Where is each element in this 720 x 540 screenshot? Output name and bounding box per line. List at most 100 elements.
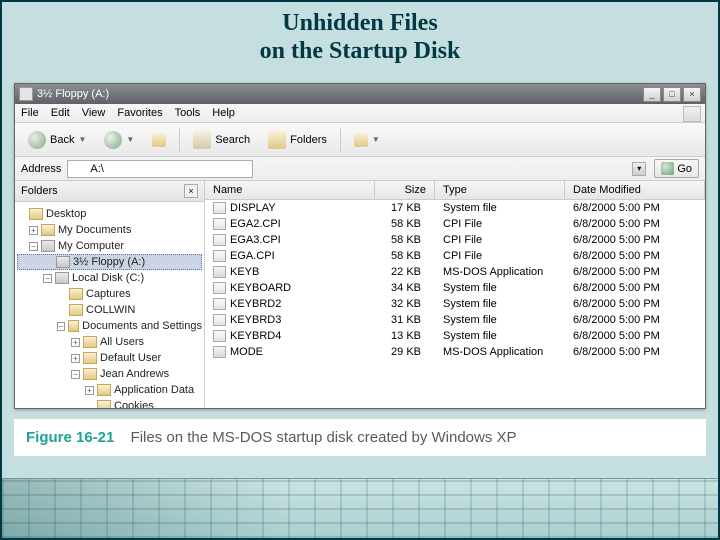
collapse-icon[interactable]: −: [57, 322, 65, 331]
file-size: 58 KB: [375, 234, 435, 246]
file-name: KEYBRD2: [230, 298, 281, 310]
file-row[interactable]: EGA.CPI58 KBCPI File6/8/2000 5:00 PM: [205, 248, 705, 264]
address-bar: Address ▾ Go: [15, 157, 705, 181]
folders-close-button[interactable]: ×: [184, 184, 198, 198]
file-row[interactable]: KEYBRD331 KBSystem file6/8/2000 5:00 PM: [205, 312, 705, 328]
file-row[interactable]: DISPLAY17 KBSystem file6/8/2000 5:00 PM: [205, 200, 705, 216]
col-size[interactable]: Size: [375, 181, 435, 199]
file-type: CPI File: [435, 250, 565, 262]
forward-dropdown-icon[interactable]: ▼: [126, 135, 134, 144]
titlebar[interactable]: 3½ Floppy (A:) _ □ ×: [15, 84, 705, 104]
views-dropdown-icon[interactable]: ▼: [372, 135, 380, 144]
back-dropdown-icon[interactable]: ▼: [78, 135, 86, 144]
back-label: Back: [50, 134, 74, 146]
collapse-icon[interactable]: −: [43, 274, 52, 283]
figure-text: Files on the MS-DOS startup disk created…: [131, 429, 517, 446]
address-dropdown-icon[interactable]: ▾: [632, 162, 646, 176]
file-type: System file: [435, 202, 565, 214]
hdd-icon: [55, 272, 69, 284]
col-type[interactable]: Type: [435, 181, 565, 199]
file-name: EGA3.CPI: [230, 234, 281, 246]
file-name: KEYBOARD: [230, 282, 291, 294]
tree-docset-label: Documents and Settings: [82, 320, 202, 332]
file-icon: [213, 202, 226, 214]
tree-allusers[interactable]: +All Users: [17, 334, 202, 350]
toolbar-separator: [179, 128, 180, 152]
menu-edit[interactable]: Edit: [51, 107, 70, 119]
folder-tree[interactable]: Desktop +My Documents −My Computer 3½ Fl…: [15, 202, 204, 408]
up-button[interactable]: [145, 129, 173, 151]
tree-mydocuments[interactable]: +My Documents: [17, 222, 202, 238]
tree-floppy-selected[interactable]: 3½ Floppy (A:): [17, 254, 202, 270]
file-name: EGA.CPI: [230, 250, 275, 262]
tree-jean-label: Jean Andrews: [100, 368, 169, 380]
expand-icon[interactable]: +: [71, 338, 80, 347]
col-name[interactable]: Name: [205, 181, 375, 199]
tree-docsettings[interactable]: − Documents and Settings: [17, 318, 202, 334]
file-row[interactable]: MODE29 KBMS-DOS Application6/8/2000 5:00…: [205, 344, 705, 360]
tree-mycomputer[interactable]: −My Computer: [17, 238, 202, 254]
folder-icon: [69, 304, 83, 316]
file-icon: [213, 282, 226, 294]
file-size: 22 KB: [375, 266, 435, 278]
tree-captures[interactable]: Captures: [17, 286, 202, 302]
tree-desktop[interactable]: Desktop: [17, 206, 202, 222]
file-size: 31 KB: [375, 314, 435, 326]
file-icon: [213, 250, 226, 262]
file-row[interactable]: KEYB22 KBMS-DOS Application6/8/2000 5:00…: [205, 264, 705, 280]
file-size: 32 KB: [375, 298, 435, 310]
file-row[interactable]: EGA3.CPI58 KBCPI File6/8/2000 5:00 PM: [205, 232, 705, 248]
folders-panel: Folders × Desktop +My Documents −My Comp…: [15, 181, 205, 408]
file-list[interactable]: DISPLAY17 KBSystem file6/8/2000 5:00 PME…: [205, 200, 705, 408]
menu-bar: File Edit View Favorites Tools Help: [15, 104, 705, 123]
tree-defaultuser[interactable]: +Default User: [17, 350, 202, 366]
slide-title: Unhidden Files on the Startup Disk: [2, 2, 718, 83]
file-list-header: Name Size Type Date Modified: [205, 181, 705, 200]
file-icon: [213, 330, 226, 342]
expand-icon[interactable]: +: [29, 226, 38, 235]
folder-icon: [69, 288, 83, 300]
folders-button[interactable]: Folders: [261, 127, 334, 153]
folder-icon: [83, 368, 97, 380]
minimize-button[interactable]: _: [643, 87, 661, 102]
collapse-icon[interactable]: −: [71, 370, 80, 379]
col-date[interactable]: Date Modified: [565, 181, 705, 199]
file-row[interactable]: KEYBRD232 KBSystem file6/8/2000 5:00 PM: [205, 296, 705, 312]
search-button[interactable]: Search: [186, 127, 257, 153]
views-button[interactable]: ▼: [347, 129, 387, 151]
file-row[interactable]: KEYBRD413 KBSystem file6/8/2000 5:00 PM: [205, 328, 705, 344]
address-label: Address: [21, 163, 61, 175]
collapse-icon[interactable]: −: [29, 242, 38, 251]
maximize-button[interactable]: □: [663, 87, 681, 102]
folders-icon: [268, 131, 286, 149]
menu-help[interactable]: Help: [212, 107, 235, 119]
file-list-panel: Name Size Type Date Modified DISPLAY17 K…: [205, 181, 705, 408]
expand-icon[interactable]: +: [71, 354, 80, 363]
folder-icon: [83, 352, 97, 364]
go-button[interactable]: Go: [654, 159, 699, 178]
file-type: CPI File: [435, 218, 565, 230]
menu-favorites[interactable]: Favorites: [117, 107, 162, 119]
menu-view[interactable]: View: [82, 107, 106, 119]
file-date: 6/8/2000 5:00 PM: [565, 234, 705, 246]
tree-cookies-label: Cookies: [114, 400, 154, 408]
close-button[interactable]: ×: [683, 87, 701, 102]
tree-appdata[interactable]: +Application Data: [17, 382, 202, 398]
tree-localdisk[interactable]: −Local Disk (C:): [17, 270, 202, 286]
slide-title-line2: on the Startup Disk: [2, 38, 718, 66]
decorative-footer: [2, 478, 718, 538]
expand-icon[interactable]: +: [85, 386, 94, 395]
back-arrow-icon: [28, 131, 46, 149]
tree-cookies[interactable]: Cookies: [17, 398, 202, 408]
file-date: 6/8/2000 5:00 PM: [565, 202, 705, 214]
file-row[interactable]: EGA2.CPI58 KBCPI File6/8/2000 5:00 PM: [205, 216, 705, 232]
forward-button[interactable]: ▼: [97, 127, 141, 153]
address-input[interactable]: [67, 160, 253, 178]
menu-tools[interactable]: Tools: [175, 107, 201, 119]
back-button[interactable]: Back ▼: [21, 127, 93, 153]
file-date: 6/8/2000 5:00 PM: [565, 346, 705, 358]
file-row[interactable]: KEYBOARD34 KBSystem file6/8/2000 5:00 PM: [205, 280, 705, 296]
tree-jean[interactable]: − Jean Andrews: [17, 366, 202, 382]
tree-collwin[interactable]: COLLWIN: [17, 302, 202, 318]
menu-file[interactable]: File: [21, 107, 39, 119]
